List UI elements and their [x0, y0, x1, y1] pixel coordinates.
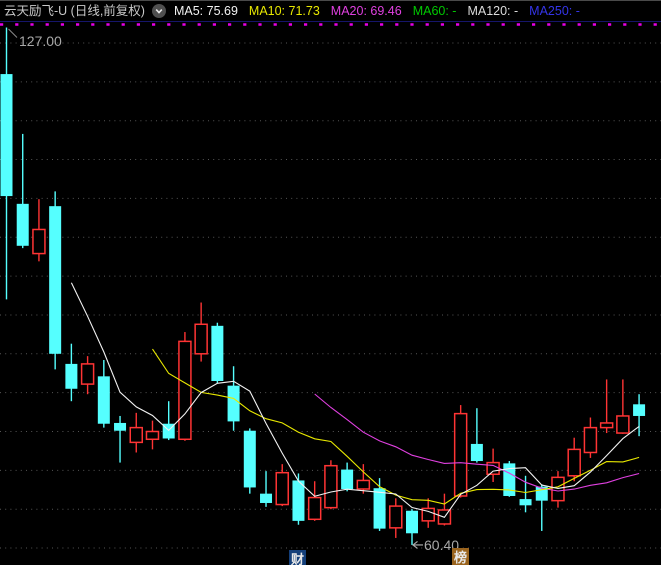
candle-body	[178, 340, 192, 441]
watermark-cai: 财	[289, 550, 307, 565]
watermark-bang: 榜	[452, 548, 470, 565]
candle-body	[324, 464, 338, 509]
candle-body	[80, 363, 95, 385]
candle-body	[49, 206, 62, 354]
candle-body	[519, 499, 532, 506]
ma250-indicator: MA250: -	[529, 4, 580, 18]
candles-group	[0, 27, 646, 545]
candle-body	[616, 415, 630, 434]
candle-body	[243, 430, 256, 488]
ma20-indicator: MA20: 69.46	[330, 4, 402, 18]
ma-indicator-row: MA5: 75.69 MA10: 71.73 MA20: 69.46 MA60: - M…	[174, 1, 591, 21]
chart-header: 云天励飞-U (日线,前复权) MA5: 75.69 MA10: 71.73 MA2…	[0, 1, 661, 22]
candle-body	[145, 430, 160, 441]
candle-body	[32, 228, 46, 255]
candle-body	[551, 476, 565, 502]
ma10-line	[152, 348, 640, 505]
candle-body	[194, 323, 208, 355]
candle-body	[633, 404, 646, 416]
ma10-indicator: MA10: 71.73	[248, 4, 320, 18]
candle-body	[389, 505, 403, 529]
ma120-indicator: MA120: -	[467, 4, 519, 18]
candle-body	[129, 426, 144, 444]
stock-chart-window: 云天励飞-U (日线,前复权) MA5: 75.69 MA10: 71.73 MA2…	[0, 0, 661, 565]
candle-body	[260, 493, 273, 503]
candle-body	[292, 480, 305, 521]
high-price-label: 127.00	[19, 33, 62, 49]
ma5-indicator: MA5: 75.69	[173, 4, 238, 18]
candle-body	[470, 443, 483, 462]
candle-body	[0, 74, 13, 197]
candle-body	[97, 376, 110, 424]
candle-body	[486, 461, 500, 475]
stock-dropdown-button[interactable]	[151, 4, 166, 18]
candle-body	[16, 203, 29, 246]
candle-body	[373, 488, 386, 529]
candle-body	[65, 363, 78, 389]
ma60-indicator: MA60: -	[412, 4, 457, 18]
candle-body	[356, 479, 371, 490]
candle-body	[227, 385, 240, 422]
stock-title: 云天励飞-U (日线,前复权)	[4, 4, 145, 18]
candle-body	[211, 325, 224, 381]
candle-body	[307, 496, 322, 521]
candle-body	[114, 422, 127, 431]
candle-body	[567, 448, 581, 477]
candle-body	[599, 422, 614, 429]
annotations-group: 127.0060.40	[8, 28, 459, 553]
candlestick-chart[interactable]: 127.0060.40	[0, 1, 661, 565]
candle-body	[583, 426, 598, 454]
candle-body	[275, 471, 289, 506]
candle-body	[406, 510, 418, 534]
chevron-down-icon	[155, 9, 163, 14]
candle-body	[341, 469, 354, 489]
high-pointer-line	[8, 28, 18, 38]
candle-body	[453, 412, 468, 497]
